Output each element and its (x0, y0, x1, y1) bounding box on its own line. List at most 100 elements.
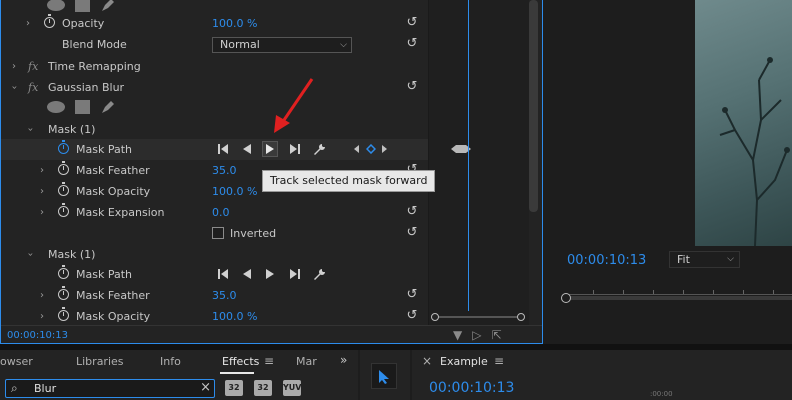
gaussian-blur-row[interactable]: › fx Gaussian Blur ↺ (1, 77, 428, 98)
pen-mask-icon[interactable] (100, 0, 116, 13)
ellipse-mask-icon[interactable] (47, 0, 65, 11)
fx-icon[interactable]: fx (28, 81, 38, 94)
filter-icon[interactable]: ▼ (453, 328, 462, 342)
gaussian-blur-label: Gaussian Blur (48, 81, 125, 94)
mask-path-row-second[interactable]: Mask Path (1, 264, 428, 285)
blend-mode-select[interactable]: Normal ⌵ (212, 37, 352, 53)
ruler-time-label: :00:00 (650, 390, 673, 398)
play-audio-icon[interactable]: ▷ (472, 328, 481, 342)
track-backward-icon[interactable] (239, 141, 255, 157)
stopwatch-icon[interactable] (58, 140, 69, 154)
zoom-scrollbar[interactable] (431, 313, 525, 321)
wrench-icon[interactable] (311, 266, 327, 282)
expand-chevron-icon[interactable]: › (37, 186, 47, 197)
stopwatch-icon[interactable] (58, 203, 69, 217)
sequence-tab[interactable]: Example (440, 355, 488, 368)
mask-opacity-value[interactable]: 100.0 % (212, 310, 257, 323)
expand-chevron-icon[interactable]: › (37, 311, 47, 322)
rectangle-mask-icon[interactable] (75, 100, 90, 114)
reset-icon[interactable]: ↺ (405, 288, 419, 302)
mask-1-row-second[interactable]: › Mask (1) (1, 244, 428, 265)
track-forward-one-frame-icon[interactable] (286, 141, 302, 157)
expand-chevron-icon[interactable]: › (9, 61, 19, 72)
ellipse-mask-icon[interactable] (47, 101, 65, 113)
reset-icon[interactable]: ↺ (405, 226, 419, 240)
stopwatch-icon[interactable] (58, 182, 69, 196)
expand-chevron-icon[interactable]: › (37, 207, 47, 218)
yuv-effects-button[interactable]: YUV (283, 380, 301, 396)
expand-chevron-icon[interactable]: › (37, 165, 47, 176)
track-forward-icon[interactable] (262, 141, 278, 157)
stopwatch-icon[interactable] (58, 286, 69, 300)
program-timecode[interactable]: 00:00:10:13 (567, 253, 646, 268)
reset-icon[interactable]: ↺ (405, 309, 419, 323)
wrench-icon[interactable] (311, 141, 327, 157)
zoom-scrollbar-right-handle[interactable] (517, 313, 525, 321)
next-keyframe-icon[interactable] (377, 141, 393, 157)
collapse-chevron-icon[interactable]: › (25, 125, 36, 135)
zoom-bar-handle[interactable] (561, 293, 571, 303)
32bit-effects-button[interactable]: 32 (254, 380, 272, 396)
clear-search-icon[interactable]: × (200, 380, 211, 395)
mask-opacity-value[interactable]: 100.0 % (212, 185, 257, 198)
track-forward-icon[interactable] (262, 266, 278, 282)
effect-controls-timeline[interactable] (429, 0, 529, 325)
mask-1-label: Mask (1) (48, 123, 96, 136)
selection-tool-button[interactable] (371, 363, 397, 389)
search-input[interactable]: Blur (34, 382, 56, 395)
panel-menu-icon[interactable]: ≡ (264, 354, 274, 368)
collapse-chevron-icon[interactable]: › (25, 250, 36, 260)
reset-icon[interactable]: ↺ (405, 16, 419, 30)
mask-path-row[interactable]: Mask Path (1, 139, 428, 160)
mask-expansion-value[interactable]: 0.0 (212, 206, 230, 219)
mask-feather-value[interactable]: 35.0 (212, 164, 237, 177)
tab-info[interactable]: Info (160, 355, 181, 368)
tab-libraries[interactable]: Libraries (76, 355, 124, 368)
reset-icon[interactable]: ↺ (405, 80, 419, 94)
previous-keyframe-icon[interactable] (348, 141, 364, 157)
blend-mode-label: Blend Mode (62, 38, 127, 51)
opacity-value[interactable]: 100.0 % (212, 17, 257, 30)
vertical-scrollbar[interactable] (529, 0, 538, 212)
video-frame[interactable] (695, 0, 792, 246)
inverted-checkbox[interactable] (212, 227, 224, 239)
close-icon[interactable]: × (422, 354, 432, 368)
track-forward-one-frame-icon[interactable] (286, 266, 302, 282)
effects-panel: owser Libraries Info Effects ≡ Mar » ⌕ B… (0, 350, 358, 400)
mask-feather-value[interactable]: 35.0 (212, 289, 237, 302)
reset-icon[interactable]: ↺ (405, 37, 419, 51)
shape-tools-row (1, 97, 428, 118)
tab-markers[interactable]: Mar (296, 355, 317, 368)
collapse-chevron-icon[interactable]: › (9, 83, 20, 93)
expand-chevron-icon[interactable]: › (37, 290, 47, 301)
more-tabs-icon[interactable]: » (340, 353, 347, 367)
zoom-scrollbar-left-handle[interactable] (431, 313, 439, 321)
effect-controls-timecode[interactable]: 00:00:10:13 (7, 330, 68, 341)
mask-expansion-label: Mask Expansion (76, 206, 165, 219)
mask-1-row[interactable]: › Mask (1) (1, 119, 428, 140)
stopwatch-icon[interactable] (44, 14, 55, 28)
playhead[interactable] (468, 0, 469, 311)
rectangle-mask-icon[interactable] (75, 0, 90, 12)
accelerated-effects-button[interactable]: 32 (225, 380, 243, 396)
stopwatch-icon[interactable] (58, 161, 69, 175)
zoom-select[interactable]: Fit ⌵ (669, 251, 740, 268)
expand-chevron-icon[interactable]: › (23, 18, 33, 29)
fx-icon[interactable]: fx (28, 60, 38, 73)
tab-browser[interactable]: owser (0, 355, 33, 368)
time-remapping-row[interactable]: › fx Time Remapping (1, 56, 428, 77)
reset-icon[interactable]: ↺ (405, 205, 419, 219)
pen-mask-icon[interactable] (100, 99, 116, 115)
tab-effects[interactable]: Effects (222, 355, 259, 368)
timeline-timecode[interactable]: 00:00:10:13 (429, 380, 514, 396)
panel-menu-icon[interactable]: ≡ (494, 354, 504, 368)
track-backward-one-frame-icon[interactable] (216, 266, 232, 282)
track-backward-one-frame-icon[interactable] (216, 141, 232, 157)
stopwatch-icon[interactable] (58, 265, 69, 279)
zoom-bar[interactable] (565, 296, 792, 300)
track-backward-icon[interactable] (239, 266, 255, 282)
effects-search[interactable]: ⌕ Blur × (5, 379, 215, 398)
export-icon[interactable]: ⇱ (491, 328, 501, 342)
stopwatch-icon[interactable] (58, 307, 69, 321)
time-ruler[interactable] (565, 283, 792, 295)
